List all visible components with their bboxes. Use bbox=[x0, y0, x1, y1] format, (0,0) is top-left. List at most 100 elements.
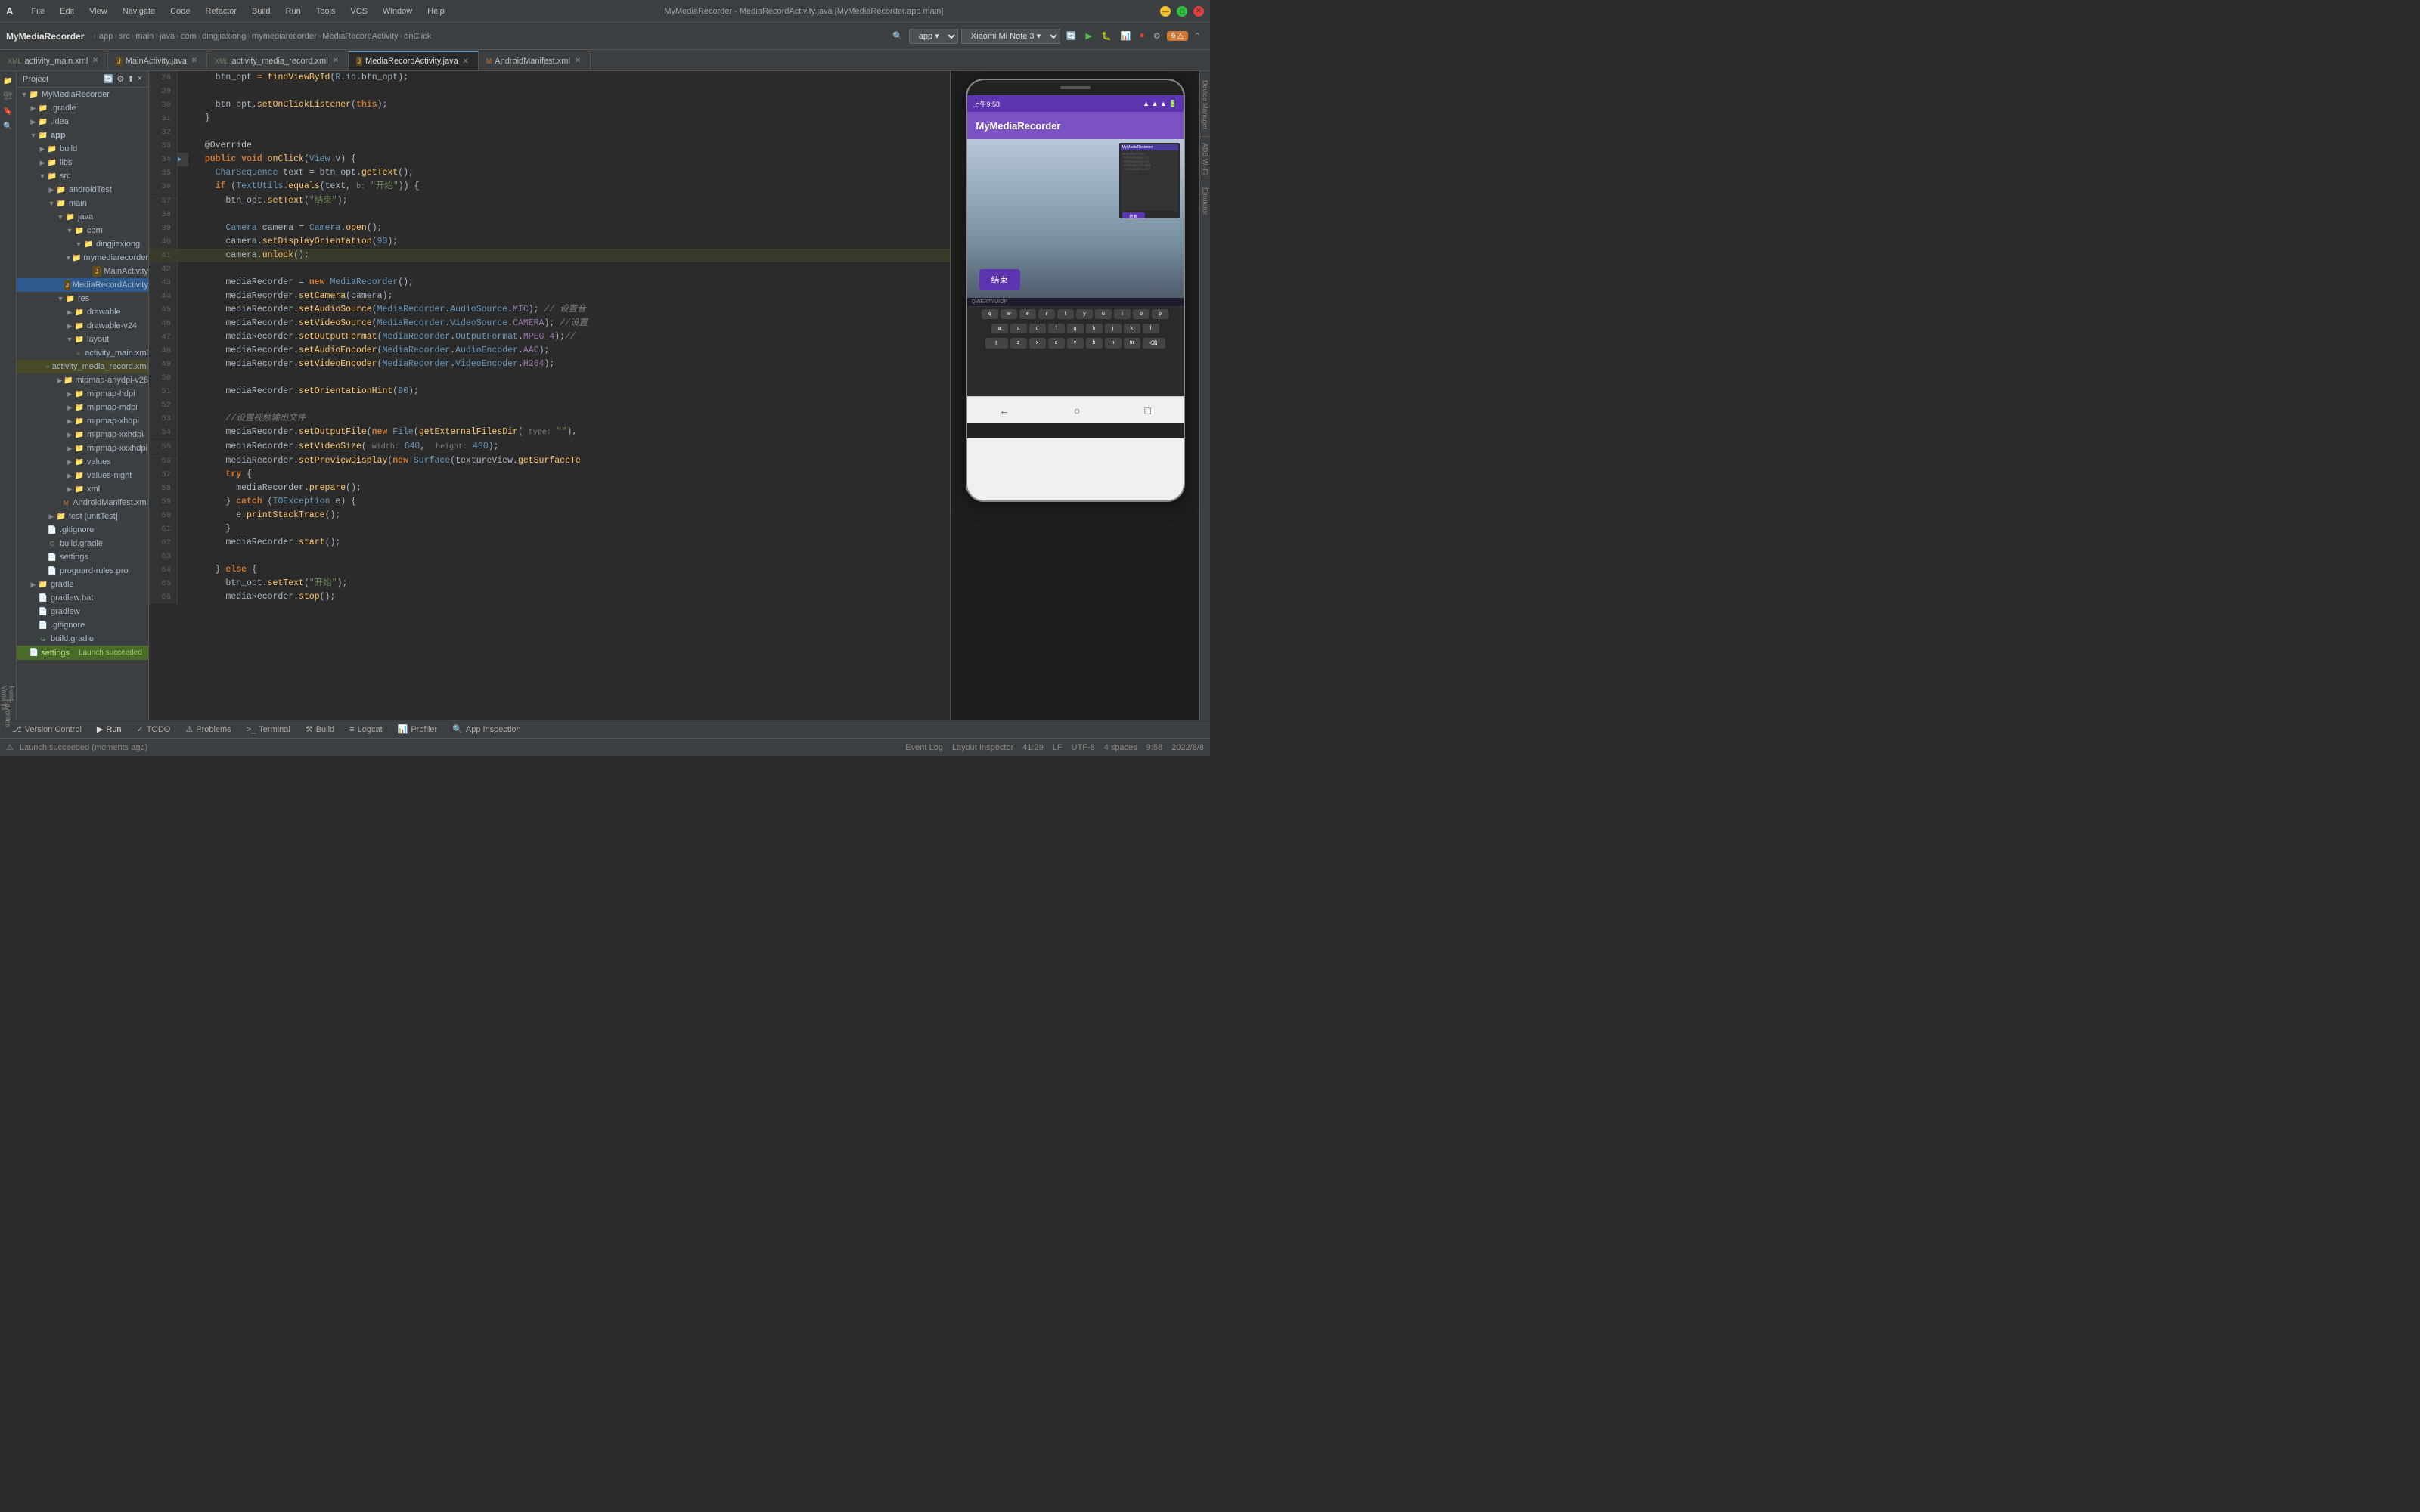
tree-item-mediarecordactivity[interactable]: J MediaRecordActivity bbox=[17, 278, 148, 292]
menu-view[interactable]: View bbox=[86, 5, 110, 17]
tab-close-btn[interactable]: ✕ bbox=[190, 57, 199, 66]
key-r[interactable]: r bbox=[1038, 309, 1055, 319]
tab-close-btn[interactable]: ✕ bbox=[91, 57, 100, 66]
menu-window[interactable]: Window bbox=[380, 5, 415, 17]
tab-androidmanifest-xml[interactable]: M AndroidManifest.xml ✕ bbox=[479, 51, 591, 70]
tree-item-proguard[interactable]: 📄 proguard-rules.pro bbox=[17, 564, 148, 578]
tree-item-mipmap-hdpi[interactable]: ▶ 📁 mipmap-hdpi bbox=[17, 387, 148, 401]
key-h[interactable]: h bbox=[1086, 324, 1103, 333]
tree-item-gradle[interactable]: ▶ 📁 .gradle bbox=[17, 101, 148, 115]
tree-item-xml[interactable]: ▶ 📁 xml bbox=[17, 482, 148, 496]
adb-wifi-tab[interactable]: ADB Wi-Fi bbox=[1200, 137, 1211, 181]
emulator-tab[interactable]: Emulator bbox=[1200, 181, 1211, 221]
find-icon[interactable]: 🔍 bbox=[2, 119, 15, 133]
tree-item-gradlew[interactable]: 📄 gradlew bbox=[17, 605, 148, 618]
tree-item-src[interactable]: ▼ 📁 src bbox=[17, 169, 148, 183]
terminal-tab[interactable]: >_ Terminal bbox=[240, 723, 296, 736]
tree-item-com[interactable]: ▼ 📁 com bbox=[17, 224, 148, 237]
tree-item-libs[interactable]: ▶ 📁 libs bbox=[17, 156, 148, 169]
key-s[interactable]: s bbox=[1010, 324, 1027, 333]
tree-item-app[interactable]: ▼ 📁 app bbox=[17, 129, 148, 142]
maximize-button[interactable]: □ bbox=[1177, 6, 1187, 17]
tree-item-activity-media-xml[interactable]: ≡ activity_media_record.xml bbox=[17, 360, 148, 373]
key-o[interactable]: o bbox=[1133, 309, 1150, 319]
key-f[interactable]: f bbox=[1048, 324, 1065, 333]
app-inspection-tab[interactable]: 🔍 App Inspection bbox=[446, 723, 526, 736]
key-w[interactable]: w bbox=[1001, 309, 1017, 319]
menu-vcs[interactable]: VCS bbox=[347, 5, 371, 17]
tree-item-mymediarecorder[interactable]: ▼ 📁 mymediarecorder bbox=[17, 251, 148, 265]
tree-item-main[interactable]: ▼ 📁 main bbox=[17, 197, 148, 210]
project-root[interactable]: ▼ 📁 MyMediaRecorder bbox=[17, 88, 148, 101]
tree-item-mipmap-xxhdpi[interactable]: ▶ 📁 mipmap-xxhdpi bbox=[17, 428, 148, 442]
tab-activity-media-record-xml[interactable]: XML activity_media_record.xml ✕ bbox=[207, 51, 349, 70]
key-c[interactable]: c bbox=[1048, 338, 1065, 349]
tree-item-build[interactable]: ▶ 📁 build bbox=[17, 142, 148, 156]
tab-close-btn[interactable]: ✕ bbox=[573, 57, 582, 66]
phone-home-btn[interactable]: ○ bbox=[1074, 404, 1080, 417]
breadcrumb-src[interactable]: src bbox=[119, 32, 130, 41]
tree-item-mainactivity[interactable]: J MainActivity bbox=[17, 265, 148, 278]
tree-item-drawable[interactable]: ▶ 📁 drawable bbox=[17, 305, 148, 319]
sync-project-btn[interactable]: 🔄 bbox=[104, 74, 114, 84]
key-q[interactable]: q bbox=[982, 309, 998, 319]
phone-recent-btn[interactable]: □ bbox=[1145, 404, 1151, 417]
tab-mediarecordactivity-java[interactable]: J MediaRecordActivity.java ✕ bbox=[349, 51, 479, 70]
tree-item-idea[interactable]: ▶ 📁 .idea bbox=[17, 115, 148, 129]
tree-item-mipmap-mdpi[interactable]: ▶ 📁 mipmap-mdpi bbox=[17, 401, 148, 414]
key-shift[interactable]: ⇑ bbox=[985, 338, 1008, 349]
key-t[interactable]: t bbox=[1057, 309, 1074, 319]
phone-keyboard[interactable]: QWERTYUIOP q w e r t y u i o p bbox=[967, 298, 1184, 396]
breadcrumb-main[interactable]: main bbox=[135, 32, 154, 41]
build-tab[interactable]: ⚒ Build bbox=[299, 723, 340, 736]
tab-activity-main-xml[interactable]: XML activity_main.xml ✕ bbox=[0, 51, 108, 70]
menu-refactor[interactable]: Refactor bbox=[202, 5, 240, 17]
collapse-all-btn[interactable]: × bbox=[138, 74, 142, 84]
tab-close-btn[interactable]: ✕ bbox=[331, 57, 340, 66]
tree-item-activity-main-xml[interactable]: ≡ activity_main.xml bbox=[17, 346, 148, 360]
tree-item-androidmanifest[interactable]: M AndroidManifest.xml bbox=[17, 496, 148, 510]
tree-item-drawable-v24[interactable]: ▶ 📁 drawable-v24 bbox=[17, 319, 148, 333]
menu-code[interactable]: Code bbox=[167, 5, 193, 17]
tree-item-java[interactable]: ▼ 📁 java bbox=[17, 210, 148, 224]
menu-build[interactable]: Build bbox=[249, 5, 273, 17]
key-g[interactable]: g bbox=[1067, 324, 1084, 333]
key-backspace[interactable]: ⌫ bbox=[1143, 338, 1165, 349]
tree-item-values-night[interactable]: ▶ 📁 values-night bbox=[17, 469, 148, 482]
event-log-btn[interactable]: Event Log bbox=[905, 743, 943, 752]
key-x[interactable]: x bbox=[1029, 338, 1046, 349]
profiler-tab[interactable]: 📊 Profiler bbox=[392, 723, 444, 736]
breadcrumb-onclick[interactable]: onClick bbox=[404, 32, 431, 41]
device-manager-tab[interactable]: Device Manager bbox=[1200, 74, 1211, 137]
tree-item-gitignore-root[interactable]: 📄 .gitignore bbox=[17, 618, 148, 632]
tree-item-gitignore-app[interactable]: 📄 .gitignore bbox=[17, 523, 148, 537]
sync-btn[interactable]: 🔄 bbox=[1063, 29, 1080, 42]
project-icon[interactable]: 📁 bbox=[2, 74, 15, 88]
key-l[interactable]: l bbox=[1143, 324, 1159, 333]
key-v[interactable]: v bbox=[1067, 338, 1084, 349]
tree-item-settings-root[interactable]: 📄 settings Launch succeeded bbox=[17, 646, 148, 660]
key-p[interactable]: p bbox=[1152, 309, 1168, 319]
tree-item-build-gradle-root[interactable]: G build.gradle bbox=[17, 632, 148, 646]
key-b[interactable]: b bbox=[1086, 338, 1103, 349]
version-control-tab[interactable]: ⎇ Version Control bbox=[6, 723, 88, 736]
breadcrumb-app[interactable]: app bbox=[99, 32, 113, 41]
menu-navigate[interactable]: Navigate bbox=[119, 5, 158, 17]
problems-tab[interactable]: ⚠ Problems bbox=[179, 723, 237, 736]
phone-action-btn[interactable]: 结束 bbox=[979, 269, 1020, 290]
device-selector[interactable]: Xiaomi Mi Note 3 ▾ bbox=[961, 29, 1060, 44]
settings-btn[interactable]: ⚙ bbox=[1150, 29, 1164, 42]
phone-back-btn[interactable]: ← bbox=[999, 404, 1010, 417]
close-button[interactable]: ✕ bbox=[1193, 6, 1204, 17]
run-tab[interactable]: ▶ Run bbox=[91, 723, 128, 736]
key-n[interactable]: n bbox=[1105, 338, 1122, 349]
minimize-button[interactable]: — bbox=[1160, 6, 1171, 17]
profile-btn[interactable]: 📊 bbox=[1118, 29, 1134, 42]
breadcrumb-mediarecordactivity[interactable]: MediaRecordActivity bbox=[322, 32, 398, 41]
tab-mainactivity-java[interactable]: J MainActivity.java ✕ bbox=[108, 51, 207, 70]
key-a[interactable]: a bbox=[991, 324, 1008, 333]
code-editor[interactable]: 28 btn_opt = findViewById(R.id.btn_opt);… bbox=[149, 71, 950, 720]
search-toolbar-btn[interactable]: 🔍 bbox=[889, 29, 906, 42]
breadcrumb-java[interactable]: java bbox=[160, 32, 175, 41]
menu-tools[interactable]: Tools bbox=[313, 5, 339, 17]
